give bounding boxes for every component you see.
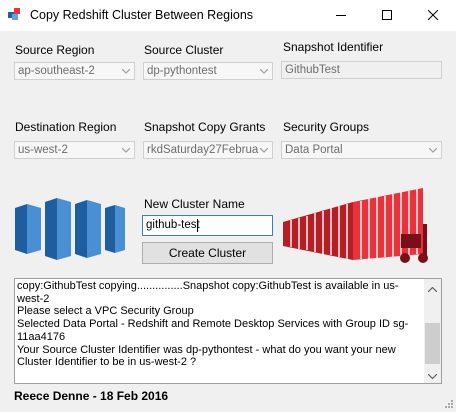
snapshot-identifier-label: Snapshot Identifier bbox=[283, 40, 384, 54]
minimize-icon bbox=[336, 9, 346, 23]
text-caret bbox=[197, 219, 198, 232]
snapshot-copy-grants-select[interactable]: rkdSaturday27February bbox=[143, 141, 273, 159]
resize-grip-icon[interactable] bbox=[442, 397, 454, 412]
log-line: Selected Data Portal - Redshift and Remo… bbox=[17, 318, 409, 343]
title-bar: Copy Redshift Cluster Between Regions bbox=[0, 0, 456, 31]
redshift-blue-logo-icon bbox=[15, 198, 125, 263]
minimize-button[interactable] bbox=[318, 0, 364, 31]
snapshot-copy-grants-value: rkdSaturday27February bbox=[147, 144, 259, 156]
log-line: Please select a VPC Security Group bbox=[17, 305, 194, 318]
scroll-down-button[interactable] bbox=[424, 366, 441, 383]
window-title: Copy Redshift Cluster Between Regions bbox=[30, 8, 254, 22]
destination-region-value: us-west-2 bbox=[18, 144, 68, 156]
scrollbar-thumb[interactable] bbox=[425, 323, 440, 364]
snapshot-identifier-value: GithubTest bbox=[285, 64, 340, 76]
log-line: copy:GithubTest copying...............Sn… bbox=[17, 280, 399, 305]
log-line: Your Source Cluster Identifier was dp-py… bbox=[17, 343, 396, 369]
source-cluster-value: dp-pythontest bbox=[147, 65, 217, 77]
new-cluster-name-value: github-test bbox=[146, 219, 200, 231]
scroll-up-button[interactable] bbox=[424, 279, 441, 296]
security-groups-value: Data Portal bbox=[285, 144, 343, 156]
source-region-label: Source Region bbox=[15, 43, 95, 57]
new-cluster-name-input[interactable]: github-test bbox=[142, 215, 273, 236]
chevron-down-icon bbox=[427, 368, 438, 382]
log-scrollbar[interactable] bbox=[424, 279, 441, 383]
source-cluster-label: Source Cluster bbox=[144, 43, 224, 57]
redshift-app-icon bbox=[8, 7, 22, 21]
chevron-up-icon bbox=[427, 281, 438, 295]
chevron-down-icon bbox=[118, 63, 134, 79]
snapshot-identifier-field[interactable]: GithubTest bbox=[281, 61, 442, 79]
security-groups-select[interactable]: Data Portal bbox=[281, 141, 442, 159]
chevron-down-icon bbox=[256, 142, 272, 158]
maximize-icon bbox=[382, 9, 392, 23]
snapshot-copy-grants-label: Snapshot Copy Grants bbox=[144, 120, 266, 134]
security-groups-label: Security Groups bbox=[283, 120, 370, 134]
create-cluster-button[interactable]: Create Cluster bbox=[142, 242, 273, 264]
new-cluster-name-label: New Cluster Name bbox=[144, 197, 245, 211]
close-button[interactable] bbox=[410, 0, 456, 31]
chevron-down-icon bbox=[425, 142, 441, 158]
log-output[interactable]: copy:GithubTest copying...............Sn… bbox=[14, 278, 442, 384]
author-credit: Reece Denne - 18 Feb 2016 bbox=[14, 389, 169, 403]
log-lines: copy:GithubTest copying...............Sn… bbox=[17, 280, 423, 369]
destination-region-label: Destination Region bbox=[15, 120, 117, 134]
close-icon bbox=[427, 9, 439, 23]
chevron-down-icon bbox=[256, 63, 272, 79]
source-region-value: ap-southeast-2 bbox=[18, 65, 95, 77]
redshift-warehouse-icon bbox=[283, 188, 443, 271]
source-cluster-select[interactable]: dp-pythontest bbox=[143, 62, 273, 80]
source-region-select[interactable]: ap-southeast-2 bbox=[14, 62, 135, 80]
chevron-down-icon bbox=[118, 142, 134, 158]
destination-region-select[interactable]: us-west-2 bbox=[14, 141, 135, 159]
maximize-button[interactable] bbox=[364, 0, 410, 31]
